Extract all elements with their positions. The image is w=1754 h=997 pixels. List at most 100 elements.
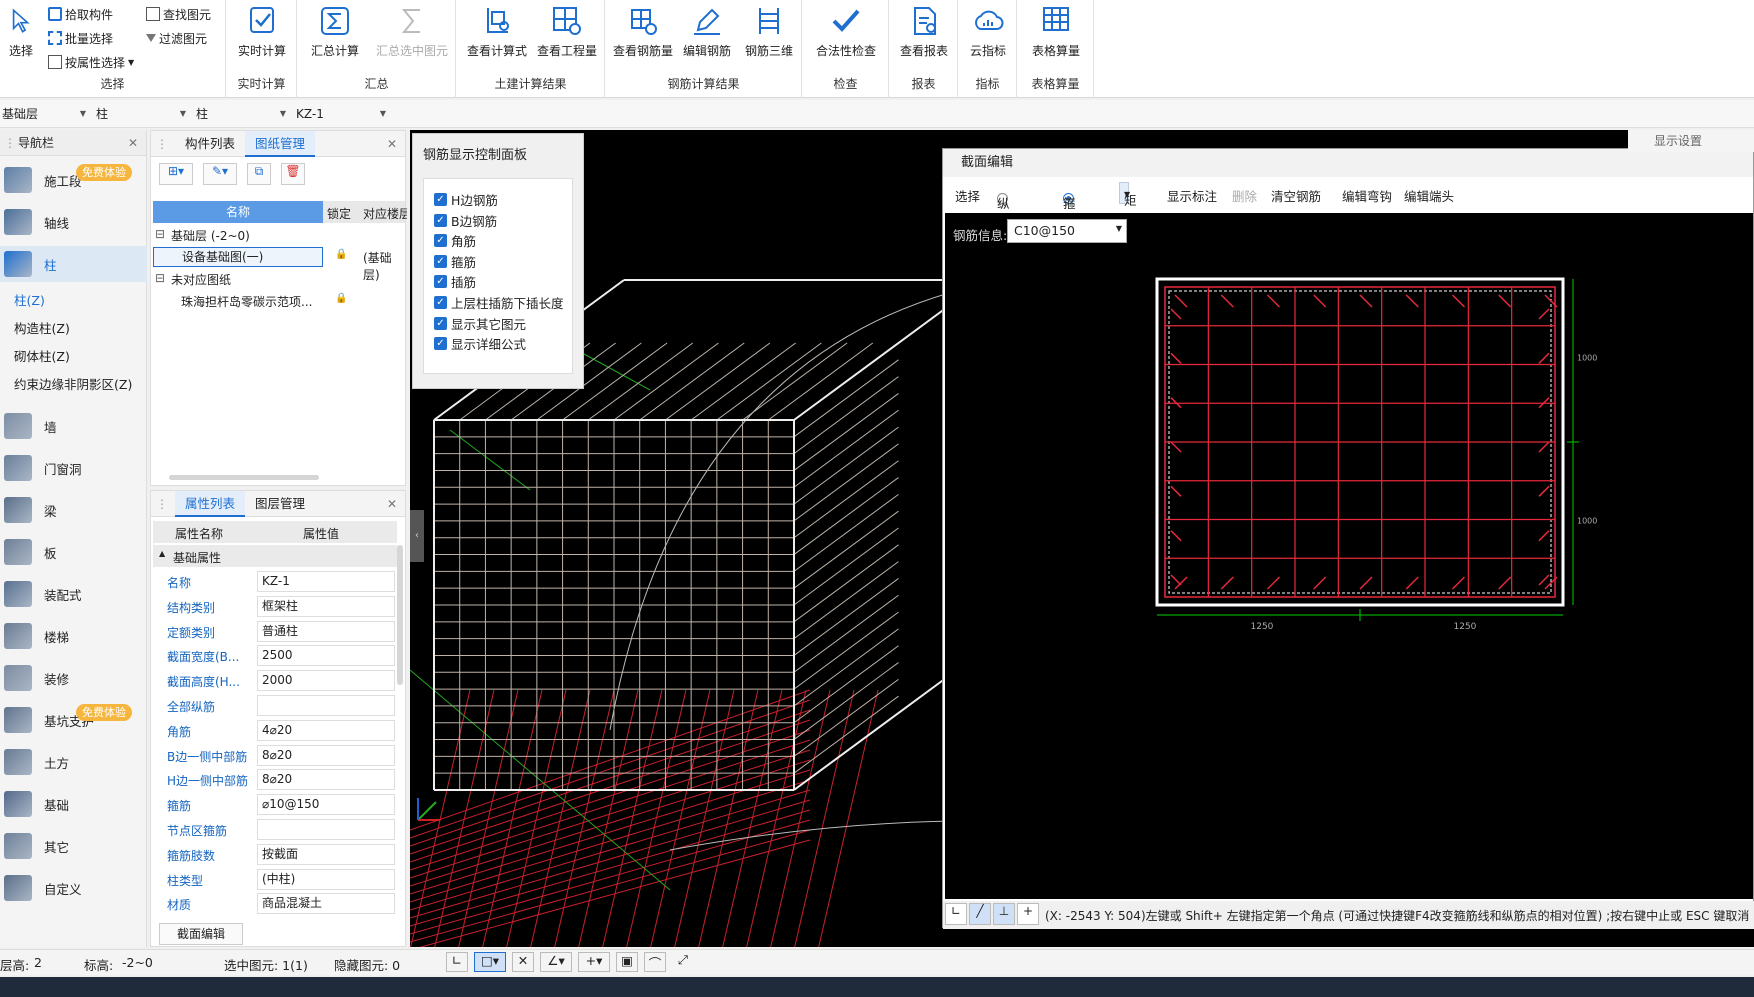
collapse-icon[interactable]: ⊟ [155, 227, 165, 241]
property-row[interactable]: 箍筋 ⌀10@150 [153, 793, 397, 817]
filter-element-button[interactable]: 过滤图元 [146, 28, 207, 48]
arc-icon[interactable]: ⌒ [644, 952, 666, 972]
close-icon[interactable]: ✕ [387, 491, 397, 517]
table-row[interactable]: ⊟ 未对应图纸 [153, 269, 405, 289]
nav-item-2[interactable]: 柱 [0, 246, 147, 282]
vertical-scrollbar[interactable] [397, 545, 403, 685]
snap-icon[interactable]: +▾ [578, 952, 610, 972]
sum-selected-button[interactable]: 汇总选中图元 [370, 4, 454, 59]
nav-item-1[interactable]: 轴线 [0, 204, 147, 240]
tool-show-label[interactable]: 显示标注 [1167, 186, 1217, 205]
nav-item-8[interactable]: 楼梯 [0, 618, 147, 654]
drag-handle-icon[interactable]: ⋮ [156, 491, 168, 517]
section-canvas[interactable]: 钢筋信息: C10@150 ▼ 1250 1250 1000 1000 [945, 213, 1753, 899]
select-button[interactable]: 选择 [0, 4, 42, 59]
add-drawing-icon[interactable]: ⊞▾ [159, 163, 193, 185]
drag-handle-icon[interactable]: ⋮ [156, 131, 168, 157]
property-row[interactable]: 定额类别 普通柱 [153, 620, 397, 644]
collapse-left-handle[interactable]: ‹ [410, 510, 424, 562]
view-rebar-qty-button[interactable]: 查看钢筋量 [610, 4, 676, 59]
property-row[interactable]: B边一侧中部筋 8⌀20 [153, 744, 397, 768]
section-drawing[interactable]: 1250 1250 1000 1000 [945, 213, 1753, 899]
ortho-icon[interactable]: ∟ [446, 952, 468, 972]
column-floor[interactable]: 对应楼层 [363, 205, 407, 222]
property-value[interactable]: 2000 [257, 670, 395, 692]
property-row[interactable]: 角筋 4⌀20 [153, 719, 397, 743]
tool-delete[interactable]: 删除 [1232, 186, 1257, 205]
property-row[interactable]: H边一侧中部筋 8⌀20 [153, 768, 397, 792]
realtime-calc-button[interactable]: 实时计算 [231, 4, 293, 59]
column-name[interactable]: 名称 [153, 201, 323, 223]
floor-select[interactable]: 基础层 ▼ [0, 103, 90, 125]
nav-item-14[interactable]: 自定义 [0, 870, 147, 906]
table-row[interactable]: ⊟ 基础层 (-2~0) [153, 225, 405, 245]
property-row[interactable]: 截面宽度(B... 2500 [153, 644, 397, 668]
validity-check-button[interactable]: 合法性检查 [807, 4, 885, 59]
lock-icon[interactable]: 🔒 [335, 249, 347, 260]
property-value[interactable]: KZ-1 [257, 571, 395, 592]
pick-component-button[interactable]: 拾取构件 [48, 4, 113, 24]
snap-plus-icon[interactable]: + [1017, 903, 1039, 925]
tab-layer-management[interactable]: 图层管理 [245, 491, 315, 517]
property-row[interactable]: 结构类别 框架柱 [153, 595, 397, 619]
edit-rebar-button[interactable]: 编辑钢筋 [676, 4, 738, 59]
fullscreen-icon[interactable]: ⤢ [672, 952, 694, 972]
category-select[interactable]: 柱 ▼ [94, 103, 190, 125]
horizontal-scrollbar[interactable] [169, 475, 319, 480]
nav-item-7[interactable]: 装配式 [0, 576, 147, 612]
nav-item-6[interactable]: 板 [0, 534, 147, 570]
line-icon[interactable]: ╱ [969, 903, 991, 925]
box-select-icon[interactable]: □▾ [474, 952, 506, 972]
property-value[interactable]: 普通柱 [257, 620, 395, 642]
property-row[interactable]: 箍筋肢数 按截面 [153, 843, 397, 867]
nav-subitem-3[interactable]: 约束边缘非阴影区(Z) [14, 374, 132, 393]
cloud-index-button[interactable]: 云指标 [957, 4, 1019, 59]
property-value[interactable]: 8⌀20 [257, 769, 395, 791]
component-select[interactable]: KZ-1 ▼ [294, 103, 390, 125]
nav-item-9[interactable]: 装修 [0, 660, 147, 696]
property-row[interactable]: 名称 KZ-1 [153, 570, 397, 594]
table-calc-button[interactable]: 表格算量 [1025, 4, 1087, 59]
rebar-display-checkbox[interactable]: ✓ 插筋 [434, 272, 476, 291]
rebar-3d-button[interactable]: 钢筋三维 [738, 4, 800, 59]
edit-drawing-icon[interactable]: ✎▾ [203, 163, 237, 185]
property-value[interactable]: 8⌀20 [257, 744, 395, 766]
nav-item-3[interactable]: 墙 [0, 408, 147, 444]
property-value[interactable]: ⌀10@150 [257, 794, 395, 816]
display-settings-tab[interactable]: 显示设置 [1628, 130, 1754, 152]
layer-icon[interactable]: ▣ [616, 952, 638, 972]
copy-icon[interactable]: ⧉ [247, 163, 271, 185]
rebar-display-checkbox[interactable]: ✓ 显示其它图元 [434, 314, 526, 333]
nav-item-4[interactable]: 门窗洞 [0, 450, 147, 486]
rebar-display-checkbox[interactable]: ✓ 箍筋 [434, 252, 476, 271]
perpendicular-icon[interactable]: ⊥ [993, 903, 1015, 925]
rebar-display-checkbox[interactable]: ✓ B边钢筋 [434, 211, 497, 230]
collapse-icon[interactable]: ⊟ [155, 271, 165, 285]
nav-item-12[interactable]: 基础 [0, 786, 147, 822]
batch-select-button[interactable]: 批量选择 [48, 28, 113, 48]
rebar-display-checkbox[interactable]: ✓ 上层柱插筋下插长度 [434, 293, 564, 312]
nav-item-5[interactable]: 梁 [0, 492, 147, 528]
table-row[interactable]: 设备基础图(一) 🔒 (基础层) [153, 247, 405, 282]
nav-item-11[interactable]: 土方 [0, 744, 147, 780]
view-formula-button[interactable]: 查看计算式 [463, 4, 531, 59]
property-row[interactable]: 截面高度(H... 2000 [153, 669, 397, 693]
tool-edit-end[interactable]: 编辑端头 [1404, 186, 1454, 205]
select-by-attr-button[interactable]: 按属性选择 ▼ [48, 52, 134, 72]
cross-icon[interactable]: ✕ [512, 952, 534, 972]
sum-calc-button[interactable]: 汇总计算 [304, 4, 366, 59]
tool-edit-hook[interactable]: 编辑弯钩 [1342, 186, 1392, 205]
property-value[interactable]: (中柱) [257, 868, 395, 890]
property-value[interactable]: 2500 [257, 645, 395, 667]
tab-property-list[interactable]: 属性列表 [175, 491, 246, 517]
close-icon[interactable]: ✕ [387, 131, 397, 157]
property-value[interactable]: 4⌀20 [257, 719, 395, 741]
close-icon[interactable]: ✕ [128, 130, 138, 156]
delete-icon[interactable]: 🗑 [281, 163, 305, 185]
view-quantity-button[interactable]: 查看工程量 [533, 4, 601, 59]
tool-clear-rebar[interactable]: 清空钢筋 [1271, 186, 1321, 205]
nav-item-13[interactable]: 其它 [0, 828, 147, 864]
property-row[interactable]: 全部纵筋 [153, 694, 397, 718]
property-value[interactable] [257, 819, 395, 840]
type-select[interactable]: 柱 ▼ [194, 103, 290, 125]
